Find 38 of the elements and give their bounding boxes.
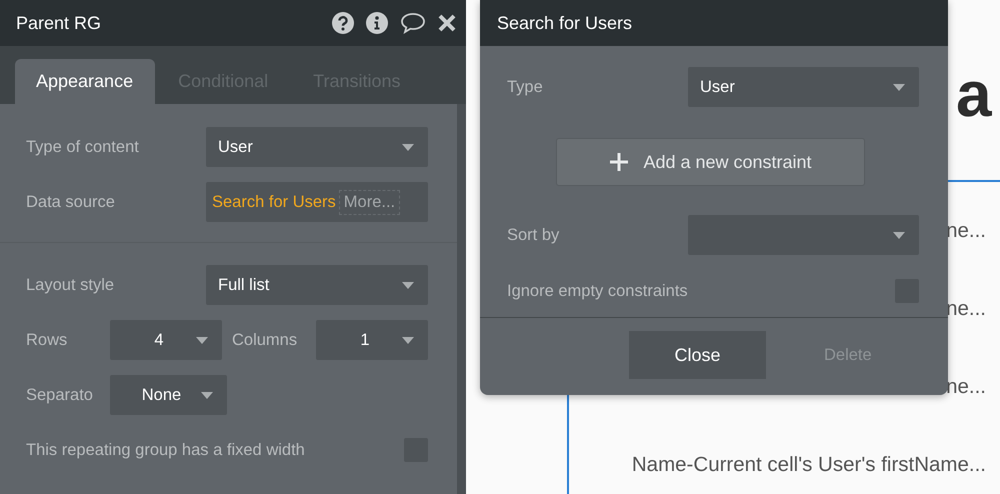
field-label: Type [507, 78, 543, 96]
checkbox-label: This repeating group has a fixed width [26, 440, 306, 460]
info-icon[interactable] [366, 12, 388, 34]
field-label: Columns [232, 330, 298, 350]
caret-icon [893, 232, 905, 238]
plus-icon [609, 152, 630, 172]
scrollbar[interactable] [457, 104, 466, 494]
field-label: Sort by [507, 226, 560, 244]
caret-icon [402, 336, 414, 344]
field-label: Type of content [26, 138, 140, 156]
caret-icon [196, 336, 208, 344]
add-constraint-button[interactable]: Add a new constraint [556, 138, 865, 186]
popup-title: Search for Users [497, 12, 632, 34]
data-source-field[interactable]: Search for Users More... [206, 182, 428, 222]
field-label: Separato [26, 386, 94, 404]
comment-icon[interactable] [400, 12, 426, 34]
dropdown[interactable]: User [688, 67, 919, 107]
dropdown[interactable]: Full list [206, 265, 428, 305]
heading-text: a [956, 62, 992, 126]
dropdown[interactable]: 4 [110, 320, 222, 360]
caret-icon [402, 282, 414, 288]
dropdown[interactable]: 1 [316, 320, 428, 360]
tab[interactable]: Appearance [15, 59, 156, 104]
dropdown[interactable]: User [206, 127, 428, 167]
panel-title: Parent RG [16, 12, 102, 34]
dropdown[interactable]: None [110, 375, 227, 415]
field-label: Rows [26, 330, 68, 350]
field-label: Layout style [26, 276, 116, 294]
caret-icon [893, 84, 905, 90]
close-icon[interactable] [438, 14, 456, 32]
help-icon[interactable] [332, 12, 354, 34]
cell-text: Name-Current cell's User's firstName... [632, 453, 986, 477]
close-button[interactable]: Close [629, 331, 766, 379]
checkbox-label: Ignore empty constraints [507, 282, 688, 300]
cell-text: ne... [946, 375, 986, 399]
caret-icon [201, 392, 213, 398]
caret-icon [402, 144, 414, 150]
field-label: Data source [26, 192, 116, 212]
